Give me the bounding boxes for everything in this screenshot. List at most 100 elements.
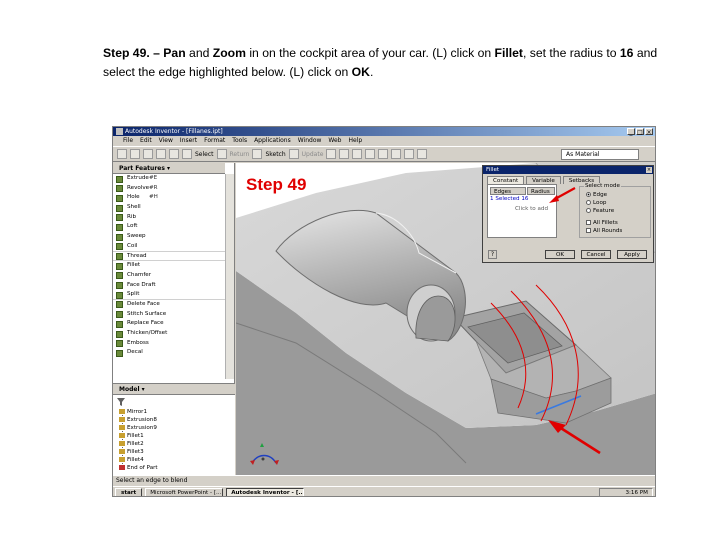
menu-bar: File Edit View Insert Format Tools Appli…: [113, 136, 655, 146]
return-button[interactable]: Return: [230, 151, 250, 158]
feature-face-draft[interactable]: Face Draft: [113, 281, 225, 291]
menu-applications[interactable]: Applications: [254, 136, 291, 146]
sketch-icon[interactable]: [252, 149, 263, 159]
split-icon: [116, 291, 123, 299]
filter-icon[interactable]: [117, 398, 125, 406]
close-icon[interactable]: ×: [645, 128, 653, 136]
redo-icon[interactable]: [169, 149, 179, 159]
menu-file[interactable]: File: [123, 136, 133, 146]
mode-loop-radio[interactable]: Loop: [586, 200, 606, 206]
taskbar-item-inventor[interactable]: Autodesk Inventor - [...: [226, 487, 305, 496]
update-button[interactable]: Update: [302, 151, 324, 158]
feature-shell[interactable]: Shell: [113, 203, 225, 213]
tab-constant[interactable]: Constant: [487, 176, 525, 184]
cancel-button[interactable]: Cancel: [581, 250, 611, 259]
tree-item-fillet1[interactable]: Fillet1: [119, 432, 144, 440]
menu-insert[interactable]: Insert: [180, 136, 197, 146]
new-icon[interactable]: [117, 149, 127, 159]
tab-variable[interactable]: Variable: [526, 176, 561, 184]
all-fillets-checkbox[interactable]: All Fillets: [586, 220, 618, 226]
col-edges: Edges: [490, 187, 526, 195]
update-icon[interactable]: [288, 149, 299, 159]
tree-item-extrusion8[interactable]: Extrusion8: [119, 416, 157, 424]
help-button[interactable]: ?: [488, 250, 497, 259]
feature-decal[interactable]: Decal: [113, 348, 225, 358]
tree-item-mirror1[interactable]: Mirror1: [119, 408, 147, 416]
graphics-viewport[interactable]: Step 49 Fillet × Constant Variable Setbac…: [236, 163, 655, 475]
apply-button[interactable]: Apply: [617, 250, 647, 259]
feature-coil[interactable]: Coil: [113, 242, 225, 252]
replace-face-icon: [116, 320, 123, 328]
menu-edit[interactable]: Edit: [140, 136, 152, 146]
window-titlebar[interactable]: Autodesk Inventor - [Fillanes.ipt] _ □ ×: [113, 127, 655, 136]
feature-revolve[interactable]: Revolve #R: [113, 184, 225, 194]
end-of-part-icon: [119, 465, 125, 470]
open-icon[interactable]: [130, 149, 140, 159]
look-at-icon[interactable]: [391, 149, 402, 159]
tree-item-fillet4[interactable]: Fillet4: [119, 456, 144, 464]
part-features-header[interactable]: Part Features ▾: [113, 163, 225, 174]
select-arrow-icon[interactable]: [182, 149, 192, 159]
menu-format[interactable]: Format: [204, 136, 225, 146]
zoom-window-icon[interactable]: [339, 149, 350, 159]
stitch-surface-icon: [116, 311, 123, 319]
minimize-icon[interactable]: _: [627, 128, 635, 136]
menu-tools[interactable]: Tools: [232, 136, 247, 146]
feature-fillet[interactable]: Fillet: [113, 261, 225, 271]
click-to-add-row[interactable]: Click to add: [515, 206, 548, 212]
camera-icon[interactable]: [417, 149, 428, 159]
features-scrollbar[interactable]: [225, 174, 234, 379]
part-features-panel: Part Features ▾ Extrude #E Revolve #R Hole…: [113, 163, 225, 379]
browser-pane: Part Features ▾ Extrude #E Revolve #R Hole…: [113, 163, 235, 475]
shaded-display-icon[interactable]: [404, 149, 415, 159]
taskbar-item-powerpoint[interactable]: Microsoft PowerPoint - [...: [145, 487, 224, 496]
select-mode-label: Select mode: [584, 183, 621, 189]
feature-sweep[interactable]: Sweep: [113, 232, 225, 242]
feature-delete-face[interactable]: Delete Face: [113, 300, 225, 310]
rotate-icon[interactable]: [378, 149, 389, 159]
feature-emboss[interactable]: Emboss: [113, 339, 225, 349]
start-button[interactable]: start: [115, 487, 143, 496]
feature-stitch-surface[interactable]: Stitch Surface: [113, 310, 225, 320]
revolve-icon: [116, 185, 123, 193]
maximize-icon[interactable]: □: [636, 128, 644, 136]
feature-hole[interactable]: Hole #H: [113, 193, 225, 203]
dialog-annotation-arrow: [549, 187, 576, 203]
material-select[interactable]: As Material: [561, 148, 639, 160]
thread-icon: [116, 253, 123, 260]
menu-window[interactable]: Window: [298, 136, 322, 146]
ok-button[interactable]: OK: [545, 250, 575, 259]
pan-icon[interactable]: [365, 149, 376, 159]
app-icon: [116, 128, 123, 135]
mode-edge-radio[interactable]: Edge: [586, 192, 607, 198]
zoom-icon[interactable]: [352, 149, 363, 159]
tree-item-fillet2[interactable]: Fillet2: [119, 440, 144, 448]
feature-rib[interactable]: Rib: [113, 213, 225, 223]
return-icon[interactable]: [216, 149, 227, 159]
feature-extrude[interactable]: Extrude #E: [113, 174, 225, 184]
feature-loft[interactable]: Loft: [113, 222, 225, 232]
save-icon[interactable]: [143, 149, 153, 159]
tree-item-end-of-part[interactable]: End of Part: [119, 464, 158, 472]
fillet-dialog-titlebar[interactable]: Fillet ×: [483, 166, 653, 174]
menu-web[interactable]: Web: [328, 136, 341, 146]
feature-replace-face[interactable]: Replace Face: [113, 319, 225, 329]
standard-toolbar: Select Return Sketch Update As Material: [113, 146, 655, 162]
select-button[interactable]: Select: [195, 151, 214, 158]
menu-view[interactable]: View: [159, 136, 173, 146]
feature-split[interactable]: Split: [113, 290, 225, 300]
model-header[interactable]: Model ▾: [113, 384, 235, 395]
sketch-button[interactable]: Sketch: [265, 151, 285, 158]
all-rounds-checkbox[interactable]: All Rounds: [586, 228, 622, 234]
feature-thicken-offset[interactable]: Thicken/Offset: [113, 329, 225, 339]
feature-chamfer[interactable]: Chamfer: [113, 271, 225, 281]
menu-help[interactable]: Help: [349, 136, 363, 146]
mode-feature-radio[interactable]: Feature: [586, 208, 614, 214]
feature-thread[interactable]: Thread: [113, 252, 225, 262]
edges-row-selected[interactable]: 1 Selected 16: [490, 196, 528, 202]
dialog-close-icon[interactable]: ×: [646, 167, 652, 173]
undo-icon[interactable]: [156, 149, 166, 159]
zoom-all-icon[interactable]: [326, 149, 337, 159]
tree-item-fillet3[interactable]: Fillet3: [119, 448, 144, 456]
tree-item-extrusion9[interactable]: Extrusion9: [119, 424, 157, 432]
